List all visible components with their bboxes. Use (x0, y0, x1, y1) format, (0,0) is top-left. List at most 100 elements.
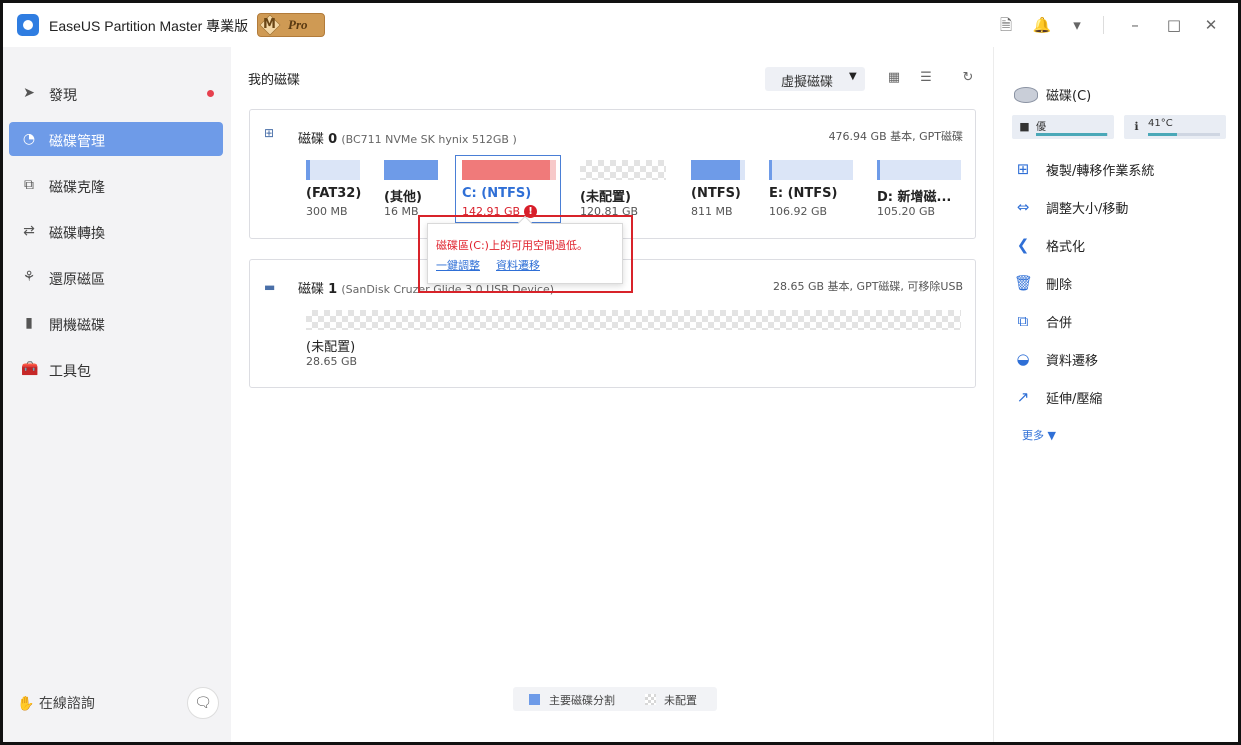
maximize-icon[interactable]: □ (1164, 15, 1184, 35)
health-label: 優 (1036, 122, 1046, 133)
legend-unallocated-swatch (645, 694, 656, 705)
disk-health-icon: ■ (1019, 120, 1030, 133)
partition-label: E: (NTFS) (769, 186, 838, 201)
chat-button[interactable]: 🗨 (187, 687, 219, 719)
partition-unallocated[interactable]: (未配置) 28.65 GB (306, 308, 961, 378)
action-label: 格式化 (1046, 240, 1086, 255)
partition-label: (NTFS) (691, 186, 741, 201)
merge-icon: ⧉ (1017, 312, 1029, 330)
disk-info: 28.65 GB 基本, GPT磁碟, 可移除USB (773, 280, 963, 293)
pro-badge: M Pro (257, 13, 325, 37)
usb-icon: ▮ (25, 315, 33, 331)
temperature-bar-fill (1148, 133, 1177, 136)
page-title: 我的磁碟 (248, 73, 301, 88)
partition-size: 105.20 GB (877, 205, 936, 218)
format-icon: ❮ (1016, 236, 1030, 254)
main-content: 我的磁碟 虛擬磁碟 ▼ ▦ ☰ ↻ ⊞ 磁碟 0 (BC711 NVMe SK … (231, 47, 993, 742)
refresh-icon[interactable]: ↻ (960, 70, 976, 86)
usage-bar (691, 160, 745, 180)
menu-dropdown-icon[interactable]: ▾ (1067, 15, 1087, 35)
sidebar-item-label: 發現 (49, 88, 77, 104)
sidebar-item-partition-recovery[interactable]: ⚘ 還原磁區 (9, 260, 223, 294)
wave-hand-icon: ✋ (17, 696, 35, 712)
rocket-icon: ➤ (23, 85, 35, 101)
usage-fill (384, 160, 438, 180)
pie-chart-icon: ◔ (22, 131, 36, 147)
operations-panel: 磁碟(C) ■ 優 ℹ 41°C ⊞ 複製/轉移作業系統 ⇔ 調整大小/移動 ❮… (993, 47, 1238, 742)
app-window: EaseUS Partition Master 專業版 M Pro 🗎 🔔 ▾ … (3, 3, 1238, 742)
usage-bar (769, 160, 853, 180)
sidebar-item-toolkit[interactable]: 🧰 工具包 (9, 352, 223, 386)
windows-icon: ⊞ (1016, 160, 1030, 178)
virtual-disk-dropdown[interactable]: 虛擬磁碟 ▼ (765, 67, 865, 91)
caret-down-icon: ▼ (849, 71, 857, 82)
trash-icon: 🗑 (1014, 274, 1034, 292)
minimize-icon[interactable]: – (1125, 15, 1145, 35)
unallocated-bar (580, 160, 666, 180)
action-label: 延伸/壓縮 (1046, 392, 1103, 407)
clone-icon: ⧉ (24, 177, 34, 193)
hard-disk-icon (1014, 87, 1038, 103)
app-title: EaseUS Partition Master 專業版 (49, 18, 249, 34)
close-icon[interactable]: ✕ (1201, 15, 1221, 35)
low-space-tooltip: 磁碟區(C:)上的可用空間過低。 一鍵調整 資料遷移 (427, 215, 623, 284)
more-label: 更多 (1022, 429, 1044, 442)
partition-d[interactable]: D: 新增磁... 105.20 GB (877, 158, 961, 228)
sidebar-item-boot-disk[interactable]: ▮ 開機磁碟 (9, 306, 223, 340)
sidebar-item-label: 工具包 (49, 364, 91, 380)
partition-size: 300 MB (306, 205, 348, 218)
online-consult-label: 在線諮詢 (38, 696, 95, 712)
sidebar-item-disk-convert[interactable]: ⇄ 磁碟轉換 (9, 214, 223, 248)
more-dropdown[interactable]: 更多 ▼ (1022, 427, 1056, 443)
notes-icon[interactable]: 🗎 (996, 15, 1016, 35)
partition-size: 811 MB (691, 205, 733, 218)
partition-label: (未配置) (580, 190, 631, 205)
sidebar: ➤ 發現 ◔ 磁碟管理 ⧉ 磁碟克隆 ⇄ 磁碟轉換 ⚘ 還原磁區 ▮ 開機磁碟 … (3, 47, 231, 742)
usage-bar (462, 160, 556, 180)
thermometer-icon: ℹ (1134, 120, 1139, 133)
sidebar-item-label: 磁碟管理 (49, 134, 105, 150)
data-migration-link[interactable]: 資料遷移 (496, 257, 540, 273)
usage-fill (306, 160, 311, 180)
partition-fat32[interactable]: (FAT32) 300 MB (306, 158, 361, 228)
sidebar-item-label: 磁碟轉換 (49, 226, 105, 242)
legend-unallocated-label: 未配置 (664, 694, 697, 707)
list-view-icon[interactable]: ☰ (918, 70, 934, 86)
usage-bar (384, 160, 438, 180)
legend-primary-label: 主要磁碟分割 (549, 694, 615, 707)
partition-label: C: (NTFS) (462, 186, 532, 201)
usb-drive-icon: ▬ (264, 280, 276, 294)
tooltip-message: 磁碟區(C:)上的可用空間過低。 (436, 239, 588, 252)
convert-icon: ⇄ (23, 223, 35, 239)
bell-icon[interactable]: 🔔 (1032, 15, 1052, 35)
partition-label: (未配置) (306, 340, 356, 355)
temperature-label: 41°C (1148, 118, 1173, 129)
temperature-status: ℹ 41°C (1124, 115, 1226, 139)
partition-e[interactable]: E: (NTFS) 106.92 GB (769, 158, 853, 228)
sidebar-item-discover[interactable]: ➤ 發現 (9, 76, 223, 110)
chat-icon: 🗨 (194, 695, 212, 711)
recover-icon: ⚘ (22, 269, 36, 285)
legend-primary-swatch (529, 694, 540, 705)
health-bar-fill (1036, 133, 1107, 136)
extend-icon: ↗ (1016, 388, 1030, 406)
pro-badge-text: Pro (288, 17, 308, 32)
notification-dot (207, 90, 214, 97)
sidebar-item-disk-clone[interactable]: ⧉ 磁碟克隆 (9, 168, 223, 202)
titlebar-divider (1103, 16, 1104, 34)
selected-disk-name: 磁碟(C) (1046, 89, 1092, 104)
sidebar-item-label: 磁碟克隆 (49, 180, 105, 196)
grid-view-icon[interactable]: ▦ (886, 70, 902, 86)
usage-bar (877, 160, 961, 180)
windows-disk-icon: ⊞ (264, 126, 275, 140)
sidebar-item-label: 開機磁碟 (49, 318, 105, 334)
sidebar-item-disk-management[interactable]: ◔ 磁碟管理 (9, 122, 223, 156)
app-logo-icon (17, 14, 39, 36)
action-label: 調整大小/移動 (1046, 202, 1129, 217)
usage-bar (306, 160, 360, 180)
online-consult-link[interactable]: ✋ 在線諮詢 (17, 693, 95, 713)
usage-fill (769, 160, 772, 180)
action-label: 合併 (1046, 316, 1073, 331)
partition-ntfs[interactable]: (NTFS) 811 MB (691, 158, 745, 228)
one-click-adjust-link[interactable]: 一鍵調整 (436, 257, 480, 273)
